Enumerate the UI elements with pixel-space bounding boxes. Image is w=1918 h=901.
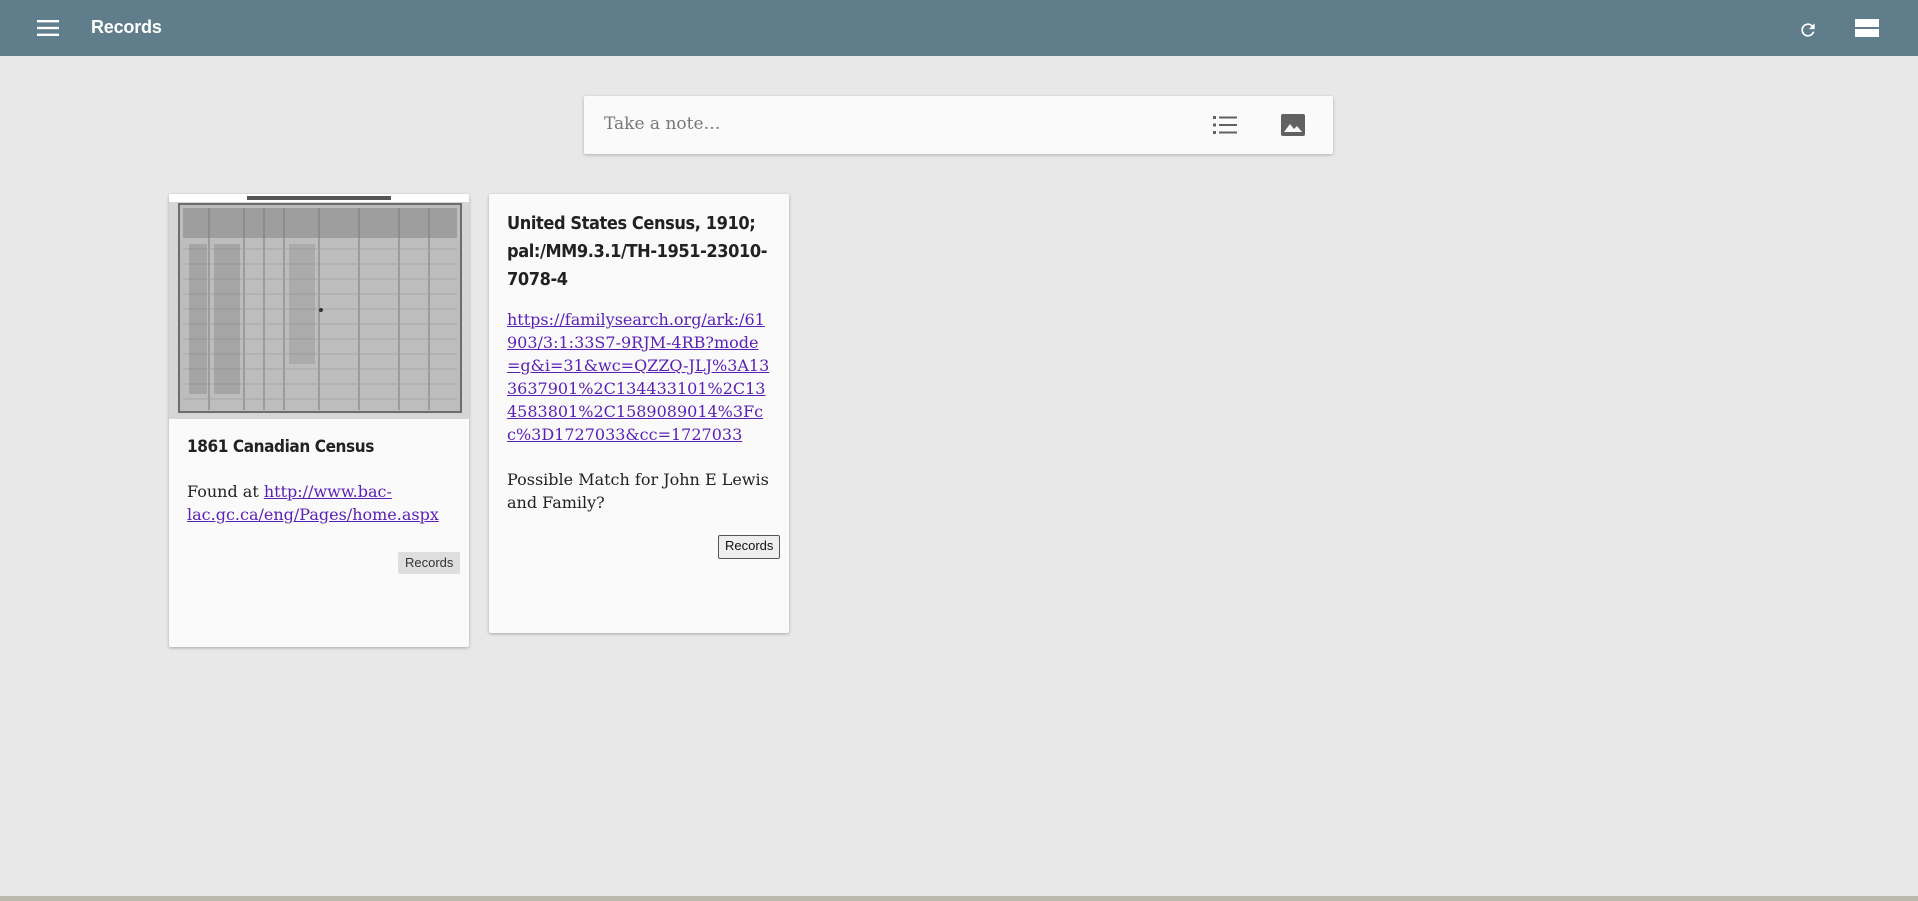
refresh-button[interactable] — [1790, 12, 1826, 48]
take-note-input[interactable] — [602, 108, 1166, 140]
take-note-bar — [584, 96, 1333, 154]
card-title: United States Census, 1910; pal:/MM9.3.1… — [507, 213, 768, 290]
card-text: https://familysearch.org/ark:/61903/3:1:… — [507, 308, 771, 446]
main-menu-button[interactable] — [26, 10, 70, 46]
image-icon — [1281, 114, 1305, 136]
label-chip-records[interactable]: Records — [398, 552, 461, 574]
card-note-text: Possible Match for John E Lewis and Fami… — [507, 470, 769, 512]
card-title: 1861 Canadian Census — [187, 437, 374, 457]
page-title: Records — [91, 17, 162, 37]
note-card[interactable]: 1861 Canadian Census Found at http://www… — [169, 194, 469, 647]
view-list-icon — [1855, 19, 1879, 37]
desktop-edge — [0, 896, 1918, 901]
card-link[interactable]: https://familysearch.org/ark:/61903/3:1:… — [507, 310, 769, 444]
hamburger-icon — [37, 20, 59, 36]
app-header: Records — [0, 0, 1918, 56]
card-text-prefix: Found at — [187, 482, 264, 501]
refresh-icon — [1801, 23, 1815, 37]
checklist-icon — [1213, 116, 1237, 134]
card-text: Found at http://www.bac-lac.gc.ca/eng/Pa… — [187, 480, 451, 526]
toggle-layout-button[interactable] — [1849, 12, 1885, 44]
new-list-button[interactable] — [1207, 109, 1243, 141]
label-chip-records[interactable]: Records — [718, 535, 781, 559]
census-page-thumbnail — [169, 194, 469, 419]
new-image-note-button[interactable] — [1275, 109, 1311, 141]
census-scan-image — [169, 194, 469, 419]
note-card[interactable]: United States Census, 1910; pal:/MM9.3.1… — [489, 194, 789, 633]
